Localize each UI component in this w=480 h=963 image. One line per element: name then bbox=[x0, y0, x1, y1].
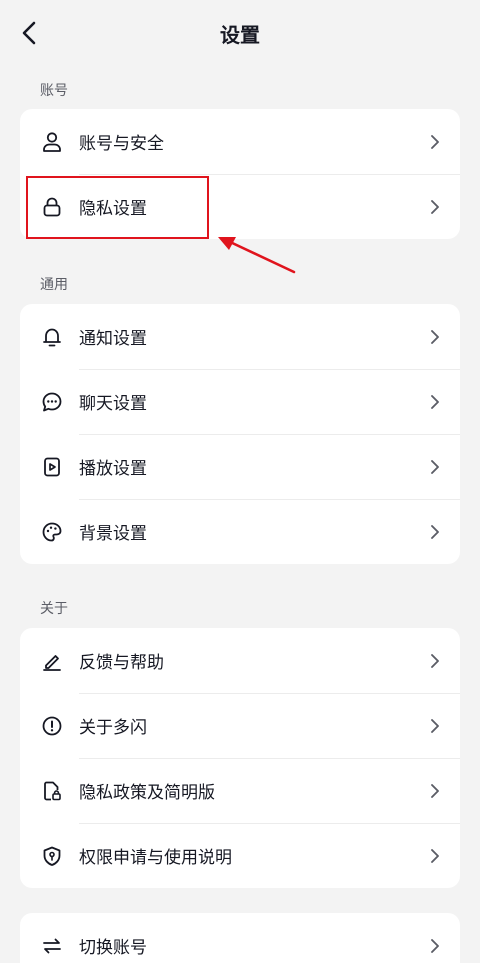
chat-bubble-icon bbox=[40, 390, 64, 414]
info-icon bbox=[40, 714, 64, 738]
row-account-security[interactable]: 账号与安全 bbox=[20, 109, 460, 174]
general-card: 通知设置 聊天设置 播放设置 背景设置 bbox=[20, 304, 460, 564]
chevron-right-icon bbox=[428, 937, 442, 955]
chevron-right-icon bbox=[428, 198, 442, 216]
row-label: 背景设置 bbox=[79, 524, 147, 544]
chevron-right-icon bbox=[428, 717, 442, 735]
row-label: 账号与安全 bbox=[79, 134, 164, 154]
chevron-right-icon bbox=[428, 133, 442, 151]
row-feedback-help[interactable]: 反馈与帮助 bbox=[20, 628, 460, 693]
shield-icon bbox=[40, 844, 64, 868]
row-switch-account[interactable]: 切换账号 bbox=[20, 913, 460, 963]
page-title: 设置 bbox=[220, 22, 260, 47]
section-label-general: 通用 bbox=[40, 277, 68, 293]
row-label: 通知设置 bbox=[79, 329, 147, 349]
row-label: 权限申请与使用说明 bbox=[79, 848, 232, 868]
chevron-left-icon bbox=[22, 21, 36, 45]
chevron-right-icon bbox=[428, 847, 442, 865]
chevron-right-icon bbox=[428, 782, 442, 800]
row-permission-info[interactable]: 权限申请与使用说明 bbox=[20, 823, 460, 888]
section-label-about: 关于 bbox=[40, 601, 68, 617]
pen-icon bbox=[40, 649, 64, 673]
row-label: 聊天设置 bbox=[79, 394, 147, 414]
back-button[interactable] bbox=[14, 18, 44, 48]
play-icon bbox=[40, 455, 64, 479]
switch-account-card: 切换账号 bbox=[20, 913, 460, 963]
chevron-right-icon bbox=[428, 523, 442, 541]
about-card: 反馈与帮助 关于多闪 隐私政策及简明版 权限申请与使用说明 bbox=[20, 628, 460, 888]
row-chat-settings[interactable]: 聊天设置 bbox=[20, 369, 460, 434]
row-notification-settings[interactable]: 通知设置 bbox=[20, 304, 460, 369]
row-label: 隐私政策及简明版 bbox=[79, 783, 215, 803]
chevron-right-icon bbox=[428, 458, 442, 476]
lock-icon bbox=[40, 195, 64, 219]
chevron-right-icon bbox=[428, 393, 442, 411]
switch-arrows-icon bbox=[40, 934, 64, 958]
top-bar: 设置 bbox=[0, 0, 480, 66]
person-icon bbox=[40, 130, 64, 154]
row-playback-settings[interactable]: 播放设置 bbox=[20, 434, 460, 499]
row-about-duoshan[interactable]: 关于多闪 bbox=[20, 693, 460, 758]
row-label: 反馈与帮助 bbox=[79, 653, 164, 673]
row-privacy-settings[interactable]: 隐私设置 bbox=[20, 174, 460, 239]
annotation-arrow-icon bbox=[218, 237, 296, 274]
chevron-right-icon bbox=[428, 328, 442, 346]
chevron-right-icon bbox=[428, 652, 442, 670]
row-label: 隐私设置 bbox=[79, 199, 147, 219]
settings-page: 设置 账号 账号与安全 隐私设置 通用 通知设置 聊天设置 播放设置 背景设置 … bbox=[0, 0, 480, 963]
account-card: 账号与安全 隐私设置 bbox=[20, 109, 460, 239]
row-privacy-policy[interactable]: 隐私政策及简明版 bbox=[20, 758, 460, 823]
row-label: 播放设置 bbox=[79, 459, 147, 479]
row-background-settings[interactable]: 背景设置 bbox=[20, 499, 460, 564]
palette-icon bbox=[40, 520, 64, 544]
row-label: 关于多闪 bbox=[79, 718, 147, 738]
row-label: 切换账号 bbox=[79, 938, 147, 958]
bell-icon bbox=[40, 325, 64, 349]
section-label-account: 账号 bbox=[40, 83, 68, 99]
doc-lock-icon bbox=[40, 779, 64, 803]
